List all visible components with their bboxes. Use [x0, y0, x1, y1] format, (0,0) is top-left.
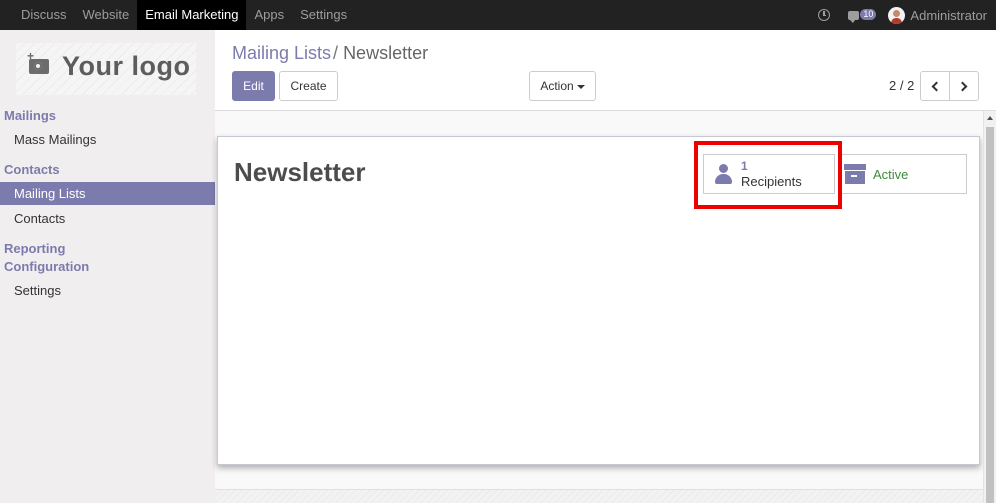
nav-email-marketing[interactable]: Email Marketing [137, 0, 247, 30]
breadcrumb: Mailing Lists / Newsletter [232, 43, 428, 64]
section-configuration[interactable]: Configuration [4, 259, 89, 274]
action-label: Action [540, 79, 574, 93]
sidebar-item-contacts[interactable]: Contacts [0, 207, 215, 230]
top-navbar: Discuss Website Email Marketing Apps Set… [0, 0, 996, 30]
control-panel: Mailing Lists / Newsletter Edit Create Act… [215, 30, 996, 111]
caret-down-icon [576, 84, 585, 89]
user-menu[interactable]: Administrator [910, 8, 987, 23]
chat-icon [848, 10, 860, 23]
user-icon [715, 164, 732, 185]
form-view: Newsletter 1 Recipients Active [215, 111, 983, 503]
sidebar-item-mass-mailings[interactable]: Mass Mailings [0, 128, 215, 151]
recipients-label: Recipients [741, 174, 802, 189]
section-contacts[interactable]: Contacts [4, 162, 60, 177]
edit-button[interactable]: Edit [232, 71, 275, 101]
nav-apps[interactable]: Apps [246, 0, 292, 30]
recipients-count: 1 [741, 159, 748, 173]
recipients-button[interactable]: 1 Recipients [703, 154, 835, 194]
form-sheet: Newsletter 1 Recipients Active [217, 136, 980, 465]
sidebar-item-mailing-lists[interactable]: Mailing Lists [0, 182, 215, 205]
action-dropdown[interactable]: Action [529, 71, 596, 101]
breadcrumb-current: Newsletter [343, 43, 429, 63]
nav-settings[interactable]: Settings [292, 0, 355, 30]
scrollbar[interactable] [983, 111, 996, 503]
sidebar: Your logo Mailings Mass Mailings Contact… [0, 30, 215, 503]
chevron-right-icon [957, 81, 968, 92]
app-menu: Discuss Website Email Marketing Apps Set… [13, 0, 355, 30]
nav-discuss[interactable]: Discuss [13, 0, 75, 30]
message-count-badge: 10 [860, 8, 877, 20]
nav-website[interactable]: Website [75, 0, 138, 30]
messages-menu[interactable]: 10 [848, 8, 877, 23]
section-reporting[interactable]: Reporting [4, 241, 65, 256]
pager-value[interactable]: 2 / 2 [889, 78, 914, 93]
camera-icon [27, 49, 49, 74]
scroll-up-arrow-icon[interactable] [987, 116, 993, 120]
breadcrumb-mailing-lists[interactable]: Mailing Lists [232, 43, 331, 63]
avatar[interactable] [888, 6, 906, 24]
chatter-area [215, 489, 983, 503]
company-logo[interactable]: Your logo [16, 43, 196, 95]
systray: 10 Administrator [818, 0, 987, 30]
pager-previous-button[interactable] [920, 71, 950, 101]
create-button[interactable]: Create [279, 71, 338, 101]
active-status-label: Active [873, 167, 909, 182]
scrollbar-thumb[interactable] [986, 127, 994, 503]
clock-icon[interactable] [818, 9, 831, 21]
sidebar-item-settings[interactable]: Settings [0, 279, 215, 302]
active-toggle-button[interactable]: Active [840, 154, 967, 194]
record-title: Newsletter [234, 157, 366, 187]
breadcrumb-separator: / [333, 43, 339, 63]
logo-text: Your logo [62, 51, 191, 81]
chevron-left-icon [931, 81, 942, 92]
pager-next-button[interactable] [949, 71, 979, 101]
archive-icon-slot [851, 175, 857, 177]
section-mailings[interactable]: Mailings [4, 108, 56, 123]
